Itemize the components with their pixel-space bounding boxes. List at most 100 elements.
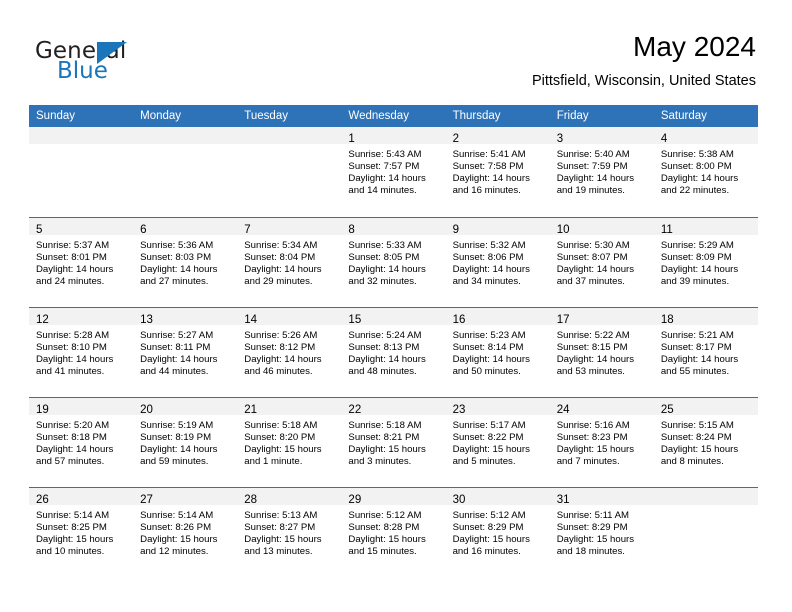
sunrise-text: Sunrise: 5:30 AM	[556, 239, 630, 251]
day-number: 8	[348, 223, 355, 236]
day-cell[interactable]: 6 Sunrise: 5:36 AM Sunset: 8:03 PM Daylight…	[133, 216, 238, 307]
day-cell[interactable]: 21 Sunrise: 5:18 AM Sunset: 8:20 PM Dayligh…	[237, 396, 342, 487]
day-number: 22	[348, 403, 362, 416]
day-cell[interactable]: 18 Sunrise: 5:21 AM Sunset: 8:17 PM Dayligh…	[653, 306, 758, 397]
day-cell-details: Sunrise: 5:32 AM Sunset: 8:06 PM Daylight:…	[446, 235, 550, 288]
day-cell[interactable]: 19 Sunrise: 5:20 AM Sunset: 8:18 PM Dayligh…	[29, 396, 134, 487]
day-cell[interactable]: 10 Sunrise: 5:30 AM Sunset: 8:07 PM Dayligh…	[549, 216, 654, 307]
brand-name-blue: Blue	[57, 58, 108, 84]
day-cell[interactable]: 30 Sunrise: 5:12 AM Sunset: 8:29 PM Dayligh…	[445, 486, 550, 577]
daylight-text-line1: Daylight: 14 hours	[244, 353, 322, 365]
sunset-text: Sunset: 7:59 PM	[556, 161, 628, 173]
weekday-header-friday: Friday	[549, 105, 654, 127]
day-cell[interactable]: 26 Sunrise: 5:14 AM Sunset: 8:25 PM Dayligh…	[29, 486, 134, 578]
day-cell-details: Sunrise: 5:23 AM Sunset: 8:14 PM Daylight:…	[446, 325, 550, 378]
day-cell[interactable]: 17 Sunrise: 5:22 AM Sunset: 8:15 PM Dayligh…	[549, 306, 654, 397]
week-row: 19 Sunrise: 5:20 AM Sunset: 8:18 PM Dayligh…	[29, 396, 758, 487]
daylight-text-line2: and 22 minutes.	[660, 185, 730, 197]
day-cell[interactable]: 20 Sunrise: 5:19 AM Sunset: 8:19 PM Dayligh…	[133, 396, 238, 487]
day-number: 23	[452, 403, 466, 416]
day-number: 6	[140, 223, 147, 236]
day-cell-empty	[237, 127, 342, 217]
day-cell[interactable]: 28 Sunrise: 5:13 AM Sunset: 8:27 PM Dayligh…	[237, 486, 342, 577]
daylight-text-line1: Daylight: 15 hours	[556, 533, 635, 545]
day-number-band: 26	[29, 487, 134, 506]
day-number: 5	[36, 223, 43, 236]
day-number: 10	[556, 223, 570, 236]
weekday-header-thursday: Thursday	[445, 105, 550, 127]
day-number-band: 18	[653, 307, 758, 326]
day-number-band: 6	[133, 217, 238, 236]
daylight-text-line1: Daylight: 14 hours	[660, 353, 739, 365]
daylight-text-line2: and 29 minutes.	[244, 275, 313, 287]
day-cell[interactable]: 2 Sunrise: 5:41 AM Sunset: 7:58 PM Daylight…	[445, 127, 550, 217]
page-title: May 2024	[633, 31, 756, 62]
day-cell[interactable]: 25 Sunrise: 5:15 AM Sunset: 8:24 PM Dayligh…	[653, 396, 758, 487]
day-cell[interactable]: 4 Sunrise: 5:38 AM Sunset: 8:00 PM Daylight…	[653, 127, 758, 217]
daylight-text-line2: and 48 minutes.	[348, 365, 417, 377]
day-cell[interactable]: 24 Sunrise: 5:16 AM Sunset: 8:23 PM Dayligh…	[549, 396, 654, 487]
sunset-text: Sunset: 8:05 PM	[348, 251, 420, 263]
day-cell[interactable]: 13 Sunrise: 5:27 AM Sunset: 8:11 PM Dayligh…	[133, 306, 238, 397]
sunrise-text: Sunrise: 5:28 AM	[36, 329, 110, 341]
day-number: 21	[244, 403, 258, 416]
daylight-text-line2: and 16 minutes.	[452, 545, 521, 557]
day-cell-inner: 26 Sunrise: 5:14 AM Sunset: 8:25 PM Dayligh…	[29, 487, 134, 578]
day-cell-details: Sunrise: 5:22 AM Sunset: 8:15 PM Daylight:…	[550, 325, 654, 378]
day-cell[interactable]: 9 Sunrise: 5:32 AM Sunset: 8:06 PM Daylight…	[445, 216, 550, 307]
day-cell[interactable]: 3 Sunrise: 5:40 AM Sunset: 7:59 PM Daylight…	[549, 127, 654, 217]
sunset-text: Sunset: 8:18 PM	[36, 431, 107, 443]
day-number: 28	[244, 493, 258, 506]
sunset-text: Sunset: 7:58 PM	[452, 161, 524, 173]
day-cell[interactable]: 8 Sunrise: 5:33 AM Sunset: 8:05 PM Daylight…	[341, 216, 446, 307]
sunset-text: Sunset: 8:21 PM	[348, 431, 420, 443]
brand-logo[interactable]: General Blue	[35, 38, 255, 86]
day-number-band: 29	[341, 487, 446, 506]
day-number-band: 11	[653, 217, 758, 236]
day-number: 27	[140, 493, 153, 506]
day-cell[interactable]: 31 Sunrise: 5:11 AM Sunset: 8:29 PM Dayligh…	[549, 486, 654, 577]
day-cell[interactable]: 11 Sunrise: 5:29 AM Sunset: 8:09 PM Dayligh…	[653, 216, 758, 307]
day-cell-inner	[653, 487, 758, 578]
day-number: 13	[140, 313, 153, 326]
day-cell-details: Sunrise: 5:37 AM Sunset: 8:01 PM Daylight:…	[29, 235, 133, 288]
day-cell-inner: 11 Sunrise: 5:29 AM Sunset: 8:09 PM Dayligh…	[653, 217, 758, 307]
day-number-band: 31	[549, 487, 654, 506]
day-cell-details: Sunrise: 5:40 AM Sunset: 7:59 PM Daylight:…	[550, 144, 654, 197]
day-cell[interactable]: 29 Sunrise: 5:12 AM Sunset: 8:28 PM Dayligh…	[341, 486, 446, 577]
daylight-text-line1: Daylight: 14 hours	[140, 443, 218, 455]
daylight-text-line2: and 27 minutes.	[140, 275, 209, 287]
day-cell-details: Sunrise: 5:27 AM Sunset: 8:11 PM Daylight:…	[133, 325, 237, 378]
daylight-text-line2: and 59 minutes.	[140, 455, 209, 467]
day-number: 26	[36, 493, 49, 506]
day-cell[interactable]: 1 Sunrise: 5:43 AM Sunset: 7:57 PM Daylight…	[341, 127, 446, 217]
day-cell-inner: 9 Sunrise: 5:32 AM Sunset: 8:06 PM Daylight…	[445, 217, 550, 307]
daylight-text-line1: Daylight: 14 hours	[348, 173, 426, 185]
day-cell[interactable]: 22 Sunrise: 5:18 AM Sunset: 8:21 PM Dayligh…	[341, 396, 446, 487]
day-cell-inner: 10 Sunrise: 5:30 AM Sunset: 8:07 PM Dayligh…	[549, 217, 654, 307]
daylight-text-line1: Daylight: 14 hours	[556, 263, 635, 275]
day-cell-inner	[237, 127, 342, 217]
calendar-header-row: Sunday Monday Tuesday Wednesday Thursday Frid…	[29, 105, 758, 127]
day-cell-empty	[653, 486, 758, 578]
day-cell-inner: 2 Sunrise: 5:41 AM Sunset: 7:58 PM Daylight…	[445, 127, 550, 217]
day-number-band: 27	[133, 487, 238, 506]
daylight-text-line1: Daylight: 15 hours	[36, 533, 114, 545]
day-cell[interactable]: 5 Sunrise: 5:37 AM Sunset: 8:01 PM Daylight…	[29, 216, 134, 307]
day-cell[interactable]: 14 Sunrise: 5:26 AM Sunset: 8:12 PM Dayligh…	[237, 306, 342, 397]
day-cell-inner: 14 Sunrise: 5:26 AM Sunset: 8:12 PM Dayligh…	[237, 307, 342, 397]
day-cell[interactable]: 15 Sunrise: 5:24 AM Sunset: 8:13 PM Dayligh…	[341, 306, 446, 397]
sunset-text: Sunset: 8:07 PM	[556, 251, 628, 263]
day-number-band: 8	[341, 217, 446, 236]
day-cell[interactable]: 7 Sunrise: 5:34 AM Sunset: 8:04 PM Daylight…	[237, 216, 342, 307]
day-cell[interactable]: 23 Sunrise: 5:17 AM Sunset: 8:22 PM Dayligh…	[445, 396, 550, 487]
location-subtitle: Pittsfield, Wisconsin, United States	[531, 73, 756, 89]
sunset-text: Sunset: 7:57 PM	[348, 161, 420, 173]
day-cell[interactable]: 12 Sunrise: 5:28 AM Sunset: 8:10 PM Dayligh…	[29, 306, 134, 397]
day-cell[interactable]: 16 Sunrise: 5:23 AM Sunset: 8:14 PM Dayligh…	[445, 306, 550, 397]
day-cell[interactable]: 27 Sunrise: 5:14 AM Sunset: 8:26 PM Dayligh…	[133, 486, 238, 577]
day-cell-details: Sunrise: 5:16 AM Sunset: 8:23 PM Daylight:…	[550, 415, 654, 468]
day-number: 18	[660, 313, 674, 326]
sunrise-text: Sunrise: 5:12 AM	[348, 509, 422, 521]
day-number: 14	[244, 313, 258, 326]
